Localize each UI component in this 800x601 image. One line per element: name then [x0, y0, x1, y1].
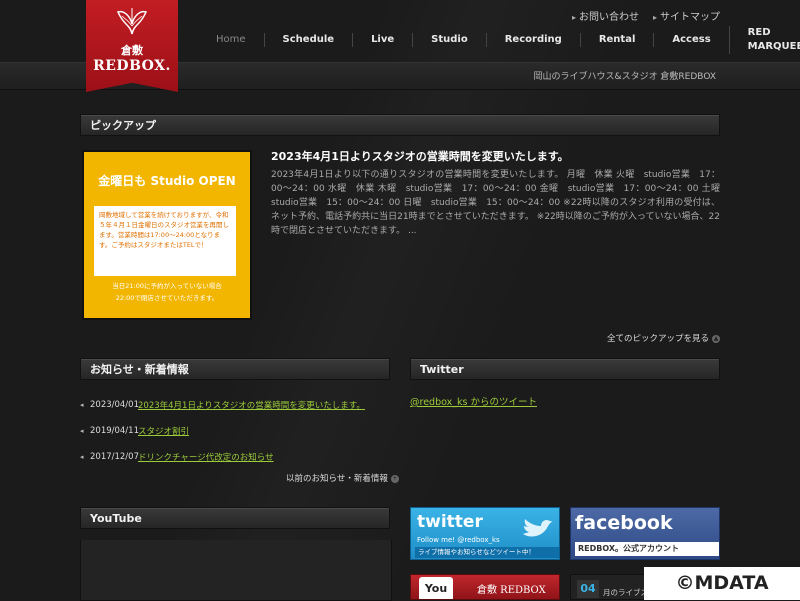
facebook-banner-logo: facebook [575, 512, 673, 534]
pickup-image-box-text: 岡敷地域して営業を続けておりますが、令和５年４月１日金曜日のスタジオ営業を再開し… [94, 206, 236, 276]
news-archive-label: 以前のお知らせ・新着情報 [286, 474, 388, 484]
nav-item-recording[interactable]: Recording [485, 33, 580, 47]
youtube-banner-logo: You [419, 577, 453, 599]
see-all-pickup-label: 全てのピックアップを見る [606, 334, 709, 344]
news-link[interactable]: ドリンクチャージ代改定のお知らせ [138, 451, 274, 463]
up-arrow-icon: ▲ [712, 334, 720, 343]
nav-item-studio[interactable]: Studio [412, 33, 486, 47]
youtube-banner[interactable]: You 倉敷 REDBOX [410, 574, 560, 600]
arrow-icon: ▸ [652, 13, 657, 22]
bullet-icon: ◂ [80, 401, 84, 409]
facebook-banner[interactable]: facebook REDBOX。公式アカウント [570, 507, 720, 560]
pickup-image-headline: 金曜日も Studio OPEN [98, 174, 236, 188]
butterfly-logo-icon [116, 8, 148, 35]
site-header: 倉敷 REDBOX. ▸ お問い合わせ ▸ サイトマップ Home Schedule… [0, 0, 800, 92]
sitemap-label: サイトマップ [660, 12, 720, 23]
utility-links: ▸ お問い合わせ ▸ サイトマップ [572, 8, 720, 23]
pickup-image[interactable]: 金曜日も Studio OPEN 岡敷地域して営業を続けておりますが、令和５年４… [82, 150, 252, 320]
news-section-title: お知らせ・新着情報 [80, 358, 390, 380]
site-logo[interactable]: 倉敷 REDBOX. [86, 0, 178, 92]
see-all-pickup-link[interactable]: 全てのピックアップを見る ▲ [607, 332, 720, 344]
nav-item-red-marquee[interactable]: RED MARQUEE [728, 26, 800, 54]
pickup-image-footer-line1: 当日21:00に予約が入っていない場合 [112, 282, 222, 290]
copyright-watermark: ©MDATA [644, 567, 800, 600]
logo-kanji: 倉敷 [121, 44, 143, 57]
twitter-banner-line1: Follow me! @redbox_ks [417, 536, 500, 544]
news-list: ◂ 2023/04/01 2023年4月1日よりスタジオの営業時間を変更いたしま… [80, 392, 390, 470]
pickup-image-footer: 当日21:00に予約が入っていない場合 22:00で閉店させていただきます。 [88, 280, 246, 304]
twitter-banner-logo: twitter [417, 512, 483, 532]
twitter-banner-line2: ライブ情報やお知らせなどツイート中！ [415, 547, 559, 558]
bullet-icon: ◂ [80, 453, 84, 461]
youtube-section-title: YouTube [80, 507, 390, 529]
news-date: 2019/04/11 [90, 426, 139, 436]
facebook-banner-sub: REDBOX。公式アカウント [575, 542, 719, 556]
plus-icon: + [390, 474, 399, 483]
global-nav: Home Schedule Live Studio Recording Rent… [200, 26, 800, 54]
news-date: 2017/12/07 [90, 452, 139, 462]
twitter-banner[interactable]: twitter Follow me! @redbox_ks ライブ情報やお知らせ… [410, 507, 560, 560]
contact-link[interactable]: ▸ お問い合わせ [572, 8, 639, 23]
news-item: ◂ 2017/12/07 ドリンクチャージ代改定のお知らせ [80, 444, 390, 470]
schedule-banner-month: 04 [577, 580, 599, 598]
twitter-section-title: Twitter [410, 358, 720, 380]
arrow-icon: ▸ [571, 13, 576, 22]
nav-item-rental[interactable]: Rental [579, 33, 654, 47]
nav-item-schedule[interactable]: Schedule [263, 33, 353, 47]
pickup-image-footer-line2: 22:00で閉店させていただきます。 [115, 294, 219, 302]
news-archive-link[interactable]: 以前のお知らせ・新着情報 + [286, 472, 399, 484]
news-link[interactable]: 2023年4月1日よりスタジオの営業時間を変更いたします。 [138, 399, 365, 411]
news-item: ◂ 2019/04/11 スタジオ割引 [80, 418, 390, 444]
contact-label: お問い合わせ [578, 12, 639, 23]
pickup-article-title[interactable]: 2023年4月1日よりスタジオの営業時間を変更いたします。 [271, 148, 721, 164]
youtube-embed-area[interactable] [80, 540, 392, 601]
nav-item-live[interactable]: Live [352, 33, 412, 47]
bullet-icon: ◂ [80, 427, 84, 435]
news-date: 2023/04/01 [90, 400, 139, 410]
pickup-article-body: 2023年4月1日より以下の通りスタジオの営業時間を変更いたします。 月曜 休業… [271, 170, 720, 236]
pickup-section-title: ピックアップ [80, 114, 720, 136]
youtube-banner-text: 倉敷 REDBOX [477, 585, 546, 596]
news-item: ◂ 2023/04/01 2023年4月1日よりスタジオの営業時間を変更いたしま… [80, 392, 390, 418]
twitter-timeline-link[interactable]: @redbox_ks からのツイート [410, 394, 537, 408]
site-tagline: 岡山のライブハウス&スタジオ 倉敷REDBOX [533, 72, 716, 82]
news-link[interactable]: スタジオ割引 [138, 425, 189, 437]
nav-item-home[interactable]: Home [200, 33, 264, 47]
sitemap-link[interactable]: ▸ サイトマップ [653, 8, 720, 23]
nav-item-access[interactable]: Access [653, 33, 728, 47]
bird-icon [523, 519, 553, 537]
logo-text: REDBOX. [93, 58, 171, 74]
